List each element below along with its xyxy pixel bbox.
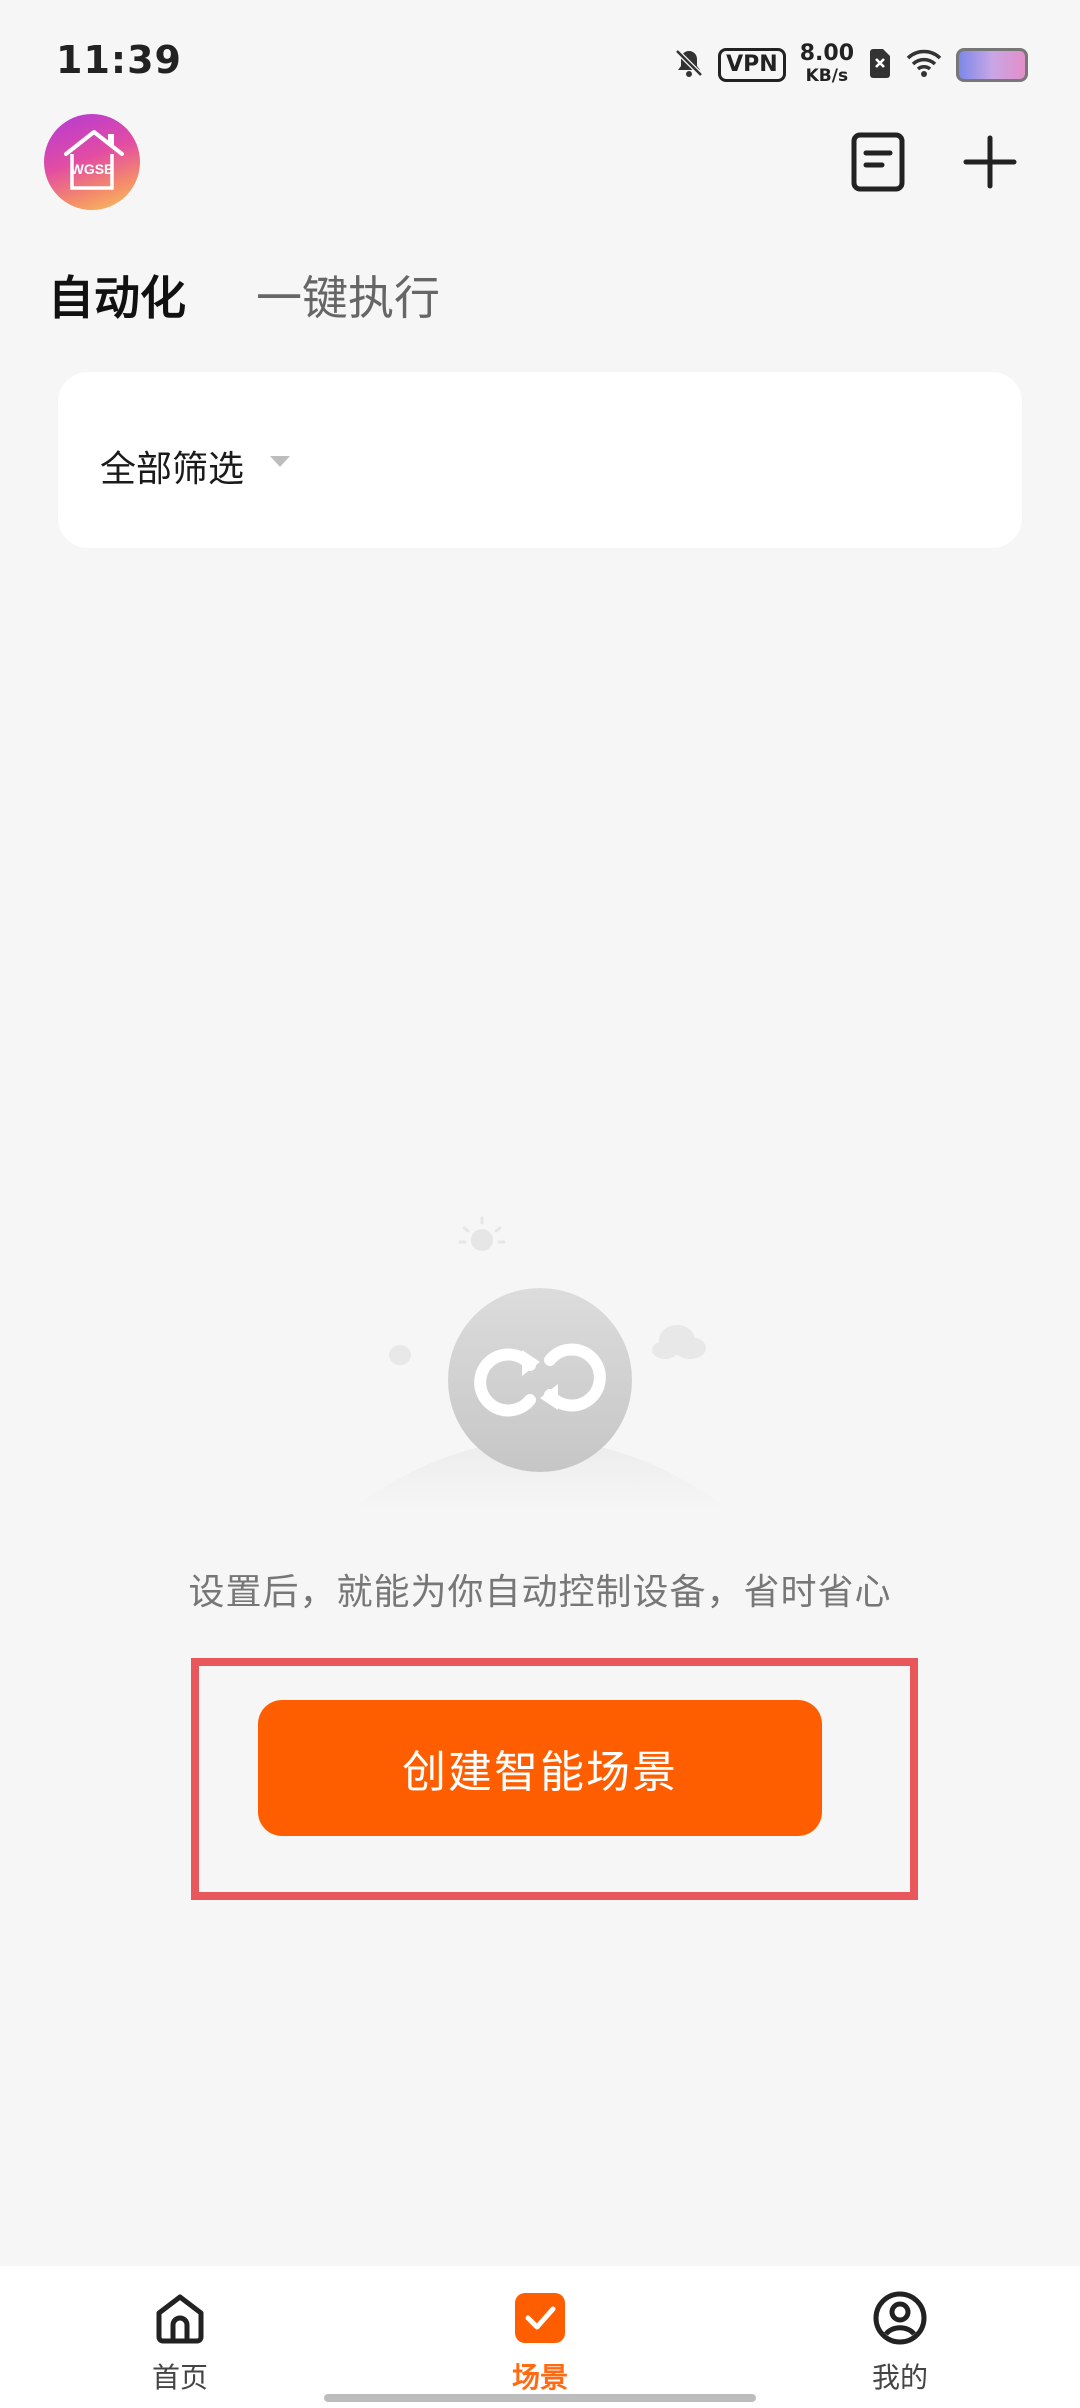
vpn-icon: VPN (718, 48, 786, 82)
nav-scene[interactable]: 场景 (430, 2266, 650, 2408)
empty-state-message: 设置后，就能为你自动控制设备，省时省心 (188, 1572, 892, 1613)
mute-bell-icon (674, 48, 704, 82)
caret-down-icon[interactable] (270, 456, 290, 467)
home-logo-icon: WGSE (64, 130, 124, 190)
nav-scene-label: 场景 (511, 2361, 568, 2394)
sun-icon (471, 1229, 493, 1251)
home-indicator[interactable] (324, 2394, 756, 2402)
tab-one-click[interactable]: 一键执行 (256, 262, 440, 328)
nav-home-label: 首页 (151, 2361, 208, 2394)
home-icon (150, 2288, 210, 2348)
home-avatar[interactable]: WGSE (44, 114, 140, 210)
status-icons: VPN 8.00 KB/s (674, 40, 1028, 90)
network-speed: 8.00 KB/s (800, 43, 854, 87)
empty-state-illustration (350, 1216, 730, 1510)
filter-card: 全部筛选 (58, 372, 1022, 548)
wifi-icon (906, 48, 942, 82)
add-icon (963, 135, 1017, 189)
profile-icon (870, 2288, 930, 2348)
scene-check-icon (510, 2288, 570, 2348)
bottom-nav: 首页 场景 我的 (0, 2266, 1080, 2408)
status-time: 11:39 (56, 38, 182, 82)
avatar-text: WGSE (71, 161, 114, 177)
create-smart-scene-button[interactable]: 创建智能场景 (258, 1700, 822, 1836)
notes-button[interactable] (836, 120, 920, 204)
cloud-small-icon (389, 1345, 411, 1365)
nav-profile[interactable]: 我的 (790, 2266, 1010, 2408)
network-speed-unit: KB/s (805, 66, 849, 86)
nav-home[interactable]: 首页 (70, 2266, 290, 2408)
filter-dropdown-label[interactable]: 全部筛选 (100, 440, 244, 492)
tab-automation[interactable]: 自动化 (48, 262, 186, 328)
network-speed-value: 8.00 (799, 41, 854, 66)
battery-icon (956, 48, 1028, 82)
cloud-icon (652, 1325, 706, 1359)
nav-profile-label: 我的 (871, 2361, 928, 2394)
add-button[interactable] (948, 120, 1032, 204)
sim-off-icon (868, 48, 892, 82)
notes-icon (851, 132, 905, 192)
